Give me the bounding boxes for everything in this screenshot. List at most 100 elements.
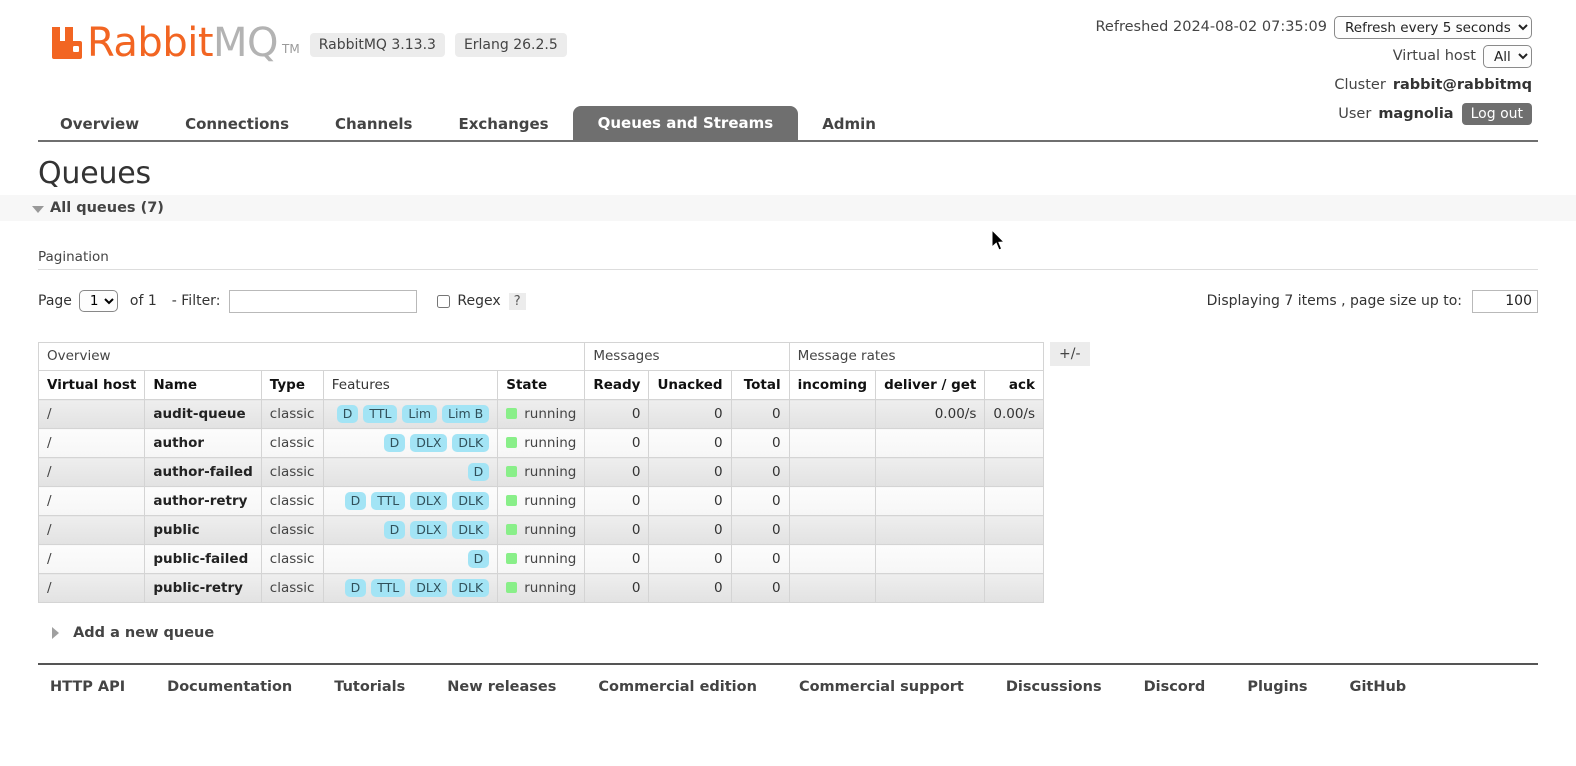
cell-total: 0: [730, 486, 790, 516]
tab-exchanges[interactable]: Exchanges: [436, 108, 570, 140]
footer-link[interactable]: Discord: [1144, 679, 1206, 695]
cell-incoming: [788, 544, 877, 574]
toggle-columns-button[interactable]: +/-: [1050, 342, 1090, 366]
cell-deliver-get: [875, 573, 986, 603]
cell-unacked: 0: [648, 486, 732, 516]
footer-links: HTTP API Documentation Tutorials New releas…: [38, 663, 1538, 695]
feature-badge: DLX: [410, 434, 448, 452]
footer-link[interactable]: Discussions: [1006, 679, 1102, 695]
footer-link[interactable]: Documentation: [167, 679, 292, 695]
cell-queue-name[interactable]: public: [144, 515, 262, 545]
column-virtual-host[interactable]: Virtual host: [37, 370, 146, 400]
cell-ack: [984, 428, 1044, 458]
status-badge: running: [524, 551, 577, 567]
status-badge: running: [524, 493, 577, 509]
cell-virtual-host: /: [37, 573, 146, 603]
feature-badge: DLX: [410, 579, 448, 597]
tab-channels[interactable]: Channels: [313, 108, 434, 140]
group-header-messages: Messages: [584, 342, 790, 371]
cell-incoming: [788, 515, 877, 545]
add-new-queue-toggle[interactable]: Add a new queue: [38, 625, 1538, 641]
column-ready[interactable]: Ready: [584, 370, 650, 400]
cell-deliver-get: [875, 544, 986, 574]
column-ack[interactable]: ack: [984, 370, 1044, 400]
rabbitmq-logo[interactable]: RabbitMQ TM RabbitMQ 3.13.3 Erlang 26.2.…: [50, 23, 567, 63]
cell-virtual-host: /: [37, 428, 146, 458]
table-row[interactable]: / author-retry classic D TTL DLX DLK running 0 0 0: [37, 486, 1044, 516]
cell-total: 0: [730, 544, 790, 574]
regex-checkbox[interactable]: [437, 294, 451, 308]
footer-link[interactable]: Tutorials: [334, 679, 405, 695]
footer-link[interactable]: Plugins: [1247, 679, 1307, 695]
vhost-select[interactable]: All: [1483, 44, 1532, 68]
tab-connections[interactable]: Connections: [163, 108, 311, 140]
feature-badge: D: [336, 405, 359, 423]
logo-text-rabbit: Rabbit: [87, 20, 214, 66]
cell-features: D: [322, 544, 499, 574]
refresh-row: Refreshed 2024-08-02 07:35:09 Refresh ev…: [1095, 14, 1532, 40]
cell-features: D DLX DLK: [322, 428, 499, 458]
queues-table-body: / audit-queue classic D TTL Lim Lim Brunning 0 0…: [37, 399, 1044, 603]
refresh-interval-select[interactable]: Refresh every 5 seconds: [1334, 15, 1532, 39]
footer-link[interactable]: Commercial support: [799, 679, 964, 695]
status-indicator-icon: [506, 582, 518, 593]
cell-total: 0: [730, 399, 790, 429]
cell-deliver-get: 0.00/s: [875, 399, 986, 429]
tab-queues-and-streams[interactable]: Queues and Streams: [572, 106, 799, 140]
feature-badge: D: [383, 521, 406, 539]
tab-overview[interactable]: Overview: [38, 108, 161, 140]
pagination-section-label: Pagination: [38, 249, 1538, 270]
cell-queue-name[interactable]: author-failed: [144, 457, 262, 487]
refreshed-timestamp: Refreshed 2024-08-02 07:35:09: [1095, 19, 1328, 35]
page-size-input[interactable]: [1472, 289, 1538, 313]
cell-state: running: [497, 486, 586, 516]
cell-queue-name[interactable]: public-retry: [144, 573, 262, 603]
feature-badge: TTL: [371, 579, 406, 597]
group-header-message-rates: Message rates: [788, 342, 1045, 371]
footer-link[interactable]: New releases: [447, 679, 556, 695]
displaying-label: Displaying 7 items , page size up to:: [1206, 293, 1462, 309]
footer-link[interactable]: GitHub: [1350, 679, 1407, 695]
table-row[interactable]: / public classic D DLX DLK running 0 0 0: [37, 515, 1044, 545]
cell-queue-name[interactable]: author: [144, 428, 262, 458]
cell-queue-name[interactable]: author-retry: [144, 486, 262, 516]
filter-input[interactable]: [229, 289, 418, 313]
all-queues-section-toggle[interactable]: All queues (7): [0, 195, 1576, 221]
feature-badge: Lim: [402, 405, 438, 423]
table-row[interactable]: / author classic D DLX DLK running 0 0 0: [37, 428, 1044, 458]
cell-virtual-host: /: [37, 544, 146, 574]
cell-total: 0: [730, 515, 790, 545]
feature-badge: D: [344, 492, 367, 510]
cell-virtual-host: /: [37, 399, 146, 429]
tab-admin[interactable]: Admin: [800, 108, 898, 140]
regex-help-icon[interactable]: ?: [508, 292, 526, 310]
column-type[interactable]: Type: [260, 370, 324, 400]
cell-queue-name[interactable]: audit-queue: [144, 399, 262, 429]
page-number-select[interactable]: 1: [78, 290, 118, 312]
pagination-controls: Page 1 of 1 - Filter: Regex ? Displaying…: [38, 287, 1538, 315]
feature-badge: DLX: [410, 521, 448, 539]
column-unacked[interactable]: Unacked: [648, 370, 732, 400]
column-header-row: Virtual host Name Type Features State Re…: [37, 370, 1044, 400]
table-row[interactable]: / public-retry classic D TTL DLX DLK running 0 0 0: [37, 573, 1044, 603]
table-row[interactable]: / public-failed classic Drunning 0 0 0: [37, 544, 1044, 574]
column-state[interactable]: State: [497, 370, 586, 400]
footer-link[interactable]: Commercial edition: [598, 679, 757, 695]
feature-badge: DLX: [410, 492, 448, 510]
column-incoming[interactable]: incoming: [788, 370, 877, 400]
cell-incoming: [788, 573, 877, 603]
cell-queue-name[interactable]: public-failed: [144, 544, 262, 574]
footer-link[interactable]: HTTP API: [50, 679, 125, 695]
cluster-row: Cluster rabbit@rabbitmq: [1096, 72, 1532, 98]
column-name[interactable]: Name: [144, 370, 262, 400]
cluster-label: Cluster: [1334, 77, 1386, 93]
column-deliver-get[interactable]: deliver / get: [875, 370, 986, 400]
chevron-right-icon: [52, 627, 59, 639]
cell-unacked: 0: [648, 457, 732, 487]
cell-total: 0: [730, 457, 790, 487]
table-row[interactable]: / audit-queue classic D TTL Lim Lim Brunning 0 0…: [37, 399, 1044, 429]
cell-unacked: 0: [648, 544, 732, 574]
table-row[interactable]: / author-failed classic Drunning 0 0 0: [37, 457, 1044, 487]
group-header-row: Overview Messages Message rates: [37, 342, 1045, 371]
column-total[interactable]: Total: [730, 370, 790, 400]
